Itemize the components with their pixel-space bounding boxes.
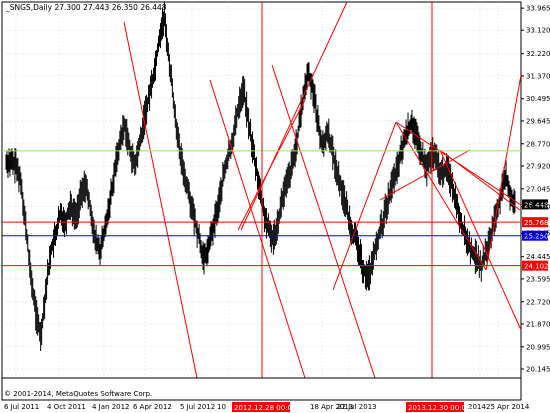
x-tick-label: 18 Apr 2013 <box>310 403 353 411</box>
y-tick-label: 31.370 <box>526 72 550 80</box>
x-tick-label: 6 Apr 2012 <box>133 403 172 411</box>
y-tick-label: 27.920 <box>526 162 550 170</box>
y-tick-label: 21.870 <box>526 320 550 328</box>
level-label: 24.102 <box>524 263 549 271</box>
y-tick-label: 27.045 <box>526 185 550 193</box>
y-tick-label: 29.645 <box>526 117 550 125</box>
y-tick-label: 26.370 <box>526 203 550 211</box>
x-tick-label: 10 <box>217 403 226 411</box>
price-chart[interactable]: 26.44825.76825.25024.102 33.96533.12032.… <box>0 0 550 413</box>
y-tick-label: 25.345 <box>526 230 550 238</box>
y-tick-label: 30.495 <box>526 95 550 103</box>
y-tick-label: 24.445 <box>526 253 550 261</box>
y-tick-label: 33.965 <box>526 5 550 13</box>
x-tick-label: 2014 <box>468 403 486 411</box>
x-tick-label: 4 Jan 2012 <box>92 403 130 411</box>
y-axis: 33.965 33.120 32.220 31.370 30.495 29.645 28.7… <box>521 5 550 373</box>
y-tick-label: 22.720 <box>526 298 550 306</box>
y-tick-label: 20.145 <box>526 365 550 373</box>
y-tick-label: 33.120 <box>526 27 550 35</box>
x-highlight-label: 2012.12.28 00:00 <box>234 404 296 412</box>
x-axis: 6 Jul 2011 4 Oct 2011 4 Jan 2012 6 Apr 2012… <box>4 402 530 412</box>
copyright-text: © 2001-2014, MetaQuotes Software Corp. <box>4 390 152 398</box>
y-tick-label: 20.995 <box>526 343 550 351</box>
x-tick-label: 25 Apr 2014 <box>486 403 530 411</box>
x-tick-label: 4 Oct 2011 <box>47 403 86 411</box>
symbol-header: _SNGS,Daily 27.300 27.443 26.350 26.448 <box>5 3 167 12</box>
level-label: 25.768 <box>524 219 549 227</box>
y-tick-label: 28.770 <box>526 140 550 148</box>
y-tick-label: 32.220 <box>526 50 550 58</box>
x-tick-label: 6 Jul 2011 <box>4 403 39 411</box>
y-tick-label: 23.595 <box>526 275 550 283</box>
x-highlight-label: 2013.12.30 00:00 <box>408 404 470 412</box>
x-tick-label: 5 Jul 2012 <box>180 403 215 411</box>
